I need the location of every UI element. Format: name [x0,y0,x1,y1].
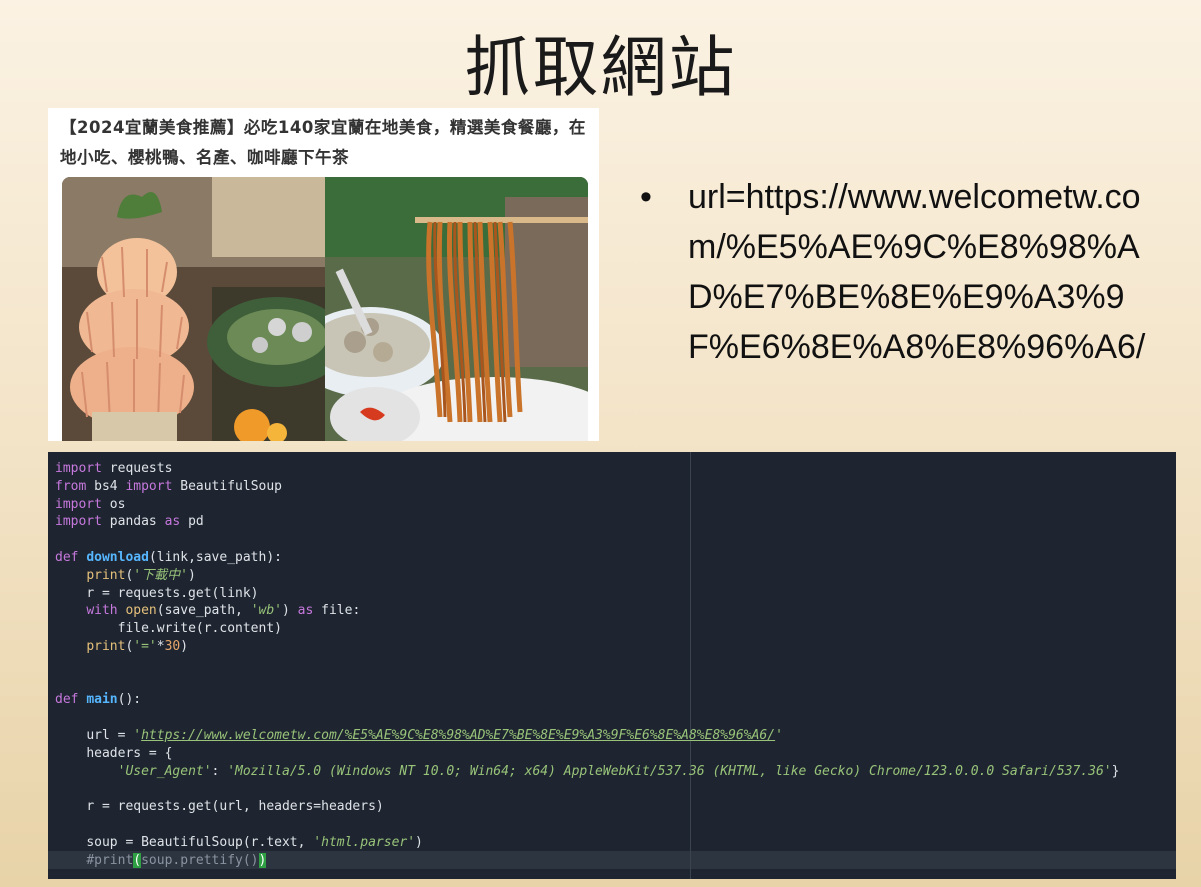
code-line: with open(save_path, 'wb') as file: [86,603,361,619]
code-line: def download(link,save_path): [55,549,282,565]
code-line: r = requests.get(url, headers=headers) [86,799,384,815]
code-line: soup = BeautifulSoup(r.text, 'html.parse… [86,834,423,850]
peach-tower-dessert-photo [62,177,325,441]
bullet-dot: • [640,178,652,216]
code-block[interactable]: import requests from bs4 import Beautifu… [55,460,1119,869]
code-editor[interactable]: import requests from bs4 import Beautifu… [48,452,1176,879]
code-line: import requests [55,461,173,476]
code-line: from bs4 import BeautifulSoup [55,478,282,494]
article-headline: 【2024宜蘭美食推薦】必吃140家宜蘭在地美食，精選美食餐廳，在地小吃、櫻桃鴨… [60,118,586,167]
code-line: import pandas as pd [55,514,204,530]
code-line: url = 'https://www.welcometw.com/%E5%AE%… [86,727,783,743]
article-card: 【2024宜蘭美食推薦】必吃140家宜蘭在地美食，精選美食餐廳，在地小吃、櫻桃鴨… [48,108,599,441]
code-line: def main(): [55,692,142,708]
code-line: file.write(r.content) [117,621,282,637]
url-text: url=https://www.welcometw.com/%E5%AE%9C%… [688,178,1146,366]
code-line: import os [55,496,126,512]
code-line: 'User_Agent': 'Mozilla/5.0 (Windows NT 1… [117,763,1120,779]
code-line-current[interactable]: #print(soup.prettify()) [55,852,267,868]
code-line: print('下載中') [86,567,196,583]
code-line: print('='*30) [86,638,189,654]
code-line: headers = { [86,745,173,761]
url-link[interactable]: https://www.welcometw.com/%E5%AE%9C%E8%9… [141,728,775,743]
slide-title: 抓取網站 [464,29,737,106]
noodles-and-meatball-soup-photo [325,177,588,441]
code-line: r = requests.get(link) [86,585,259,601]
